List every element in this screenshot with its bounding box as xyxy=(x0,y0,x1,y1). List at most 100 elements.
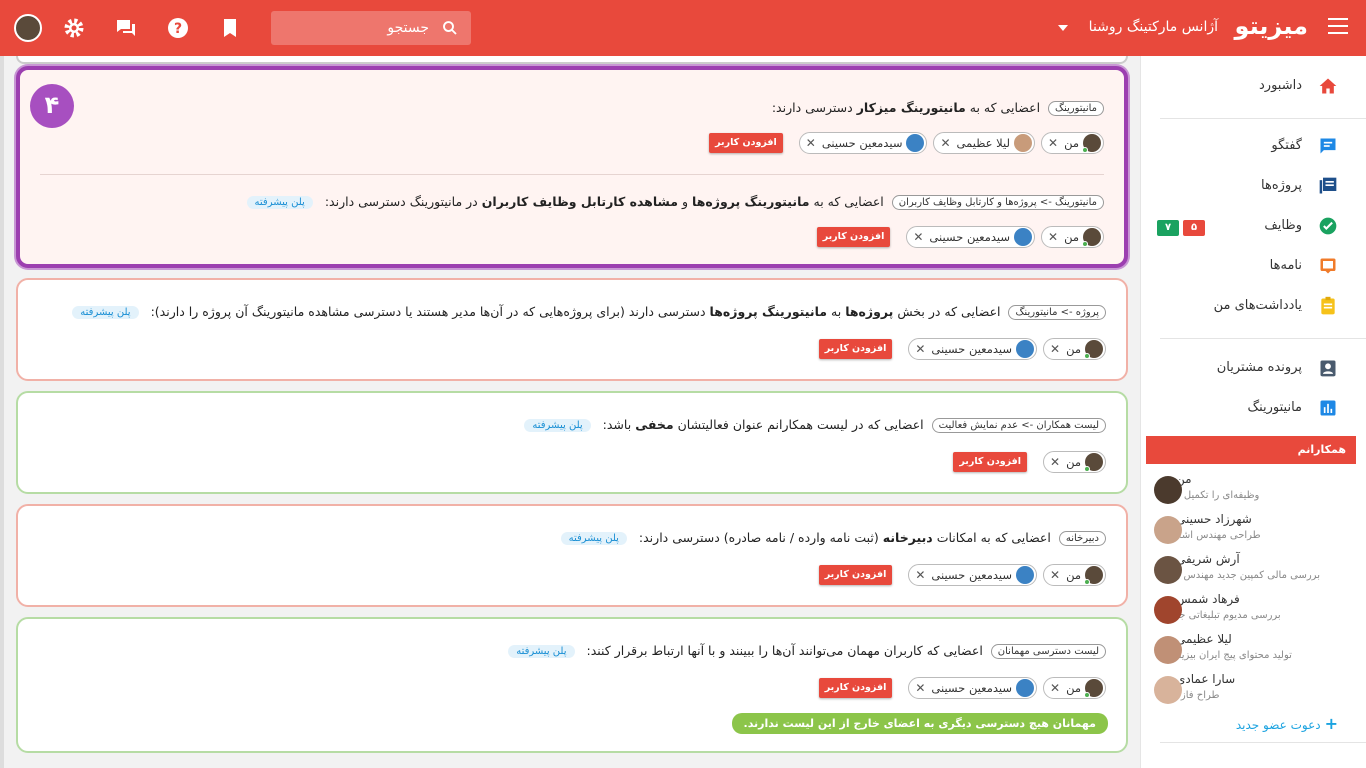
add-user-button[interactable]: افزودن کاربر xyxy=(816,227,891,247)
member-chip[interactable]: من ✕ xyxy=(1041,132,1104,154)
permission-tag: دبیرخانه xyxy=(1058,531,1106,546)
avatar xyxy=(1154,596,1182,624)
plan-badge[interactable]: پلن پیشرفته xyxy=(560,532,627,545)
avatar xyxy=(1154,556,1182,584)
guest-note: مهمانان هیچ دسترسی دیگری به اعضای خارج ا… xyxy=(731,713,1108,734)
close-icon[interactable]: ✕ xyxy=(913,230,923,244)
member-name: من xyxy=(1064,230,1079,244)
text-fragment: اعضایی که به xyxy=(969,100,1041,115)
add-user-button[interactable]: افزودن کاربر xyxy=(953,452,1028,472)
colleague-item[interactable]: سارا عمادی طراح فاز یک xyxy=(1146,672,1356,712)
permission-text: مانیتورینگ اعضایی که به مانیتورینگ میزکا… xyxy=(772,100,1104,116)
close-icon[interactable]: ✕ xyxy=(1050,342,1060,356)
colleague-name: من xyxy=(1176,472,1192,486)
sidebar-item-chat[interactable]: گفتگو xyxy=(1140,126,1366,166)
close-icon[interactable]: ✕ xyxy=(1048,230,1058,244)
search-box[interactable] xyxy=(271,11,471,45)
plan-badge[interactable]: پلن پیشرفته xyxy=(524,419,591,432)
text-fragment: دسترسی دارند (برای پروژه‌هایی که در آن‌ه… xyxy=(150,304,706,319)
add-user-button[interactable]: افزودن کاربر xyxy=(818,678,893,698)
sidebar-item-label: گفتگو xyxy=(1271,138,1302,153)
member-chips: من ✕ افزودن کاربر xyxy=(953,451,1106,473)
colleagues-header: همکارانم xyxy=(1146,436,1356,464)
plan-badge[interactable]: پلن پیشرفته xyxy=(72,306,139,319)
home-icon xyxy=(1319,78,1337,94)
member-chip[interactable]: سیدمعین حسینی ✕ xyxy=(798,132,928,154)
add-user-button[interactable]: افزودن کاربر xyxy=(709,133,783,153)
avatar xyxy=(1082,228,1101,247)
search-input[interactable] xyxy=(289,19,429,37)
text-fragment: اعضایی که در لیست همکارانم عنوان فعالیتش… xyxy=(677,417,924,432)
colleague-name: سارا عمادی xyxy=(1176,672,1236,686)
online-indicator xyxy=(1084,692,1090,698)
sidebar-item-notes[interactable]: یادداشت‌های من xyxy=(1140,286,1366,326)
close-icon[interactable]: ✕ xyxy=(1050,681,1060,695)
member-chip[interactable]: من ✕ xyxy=(1043,451,1106,473)
member-chip[interactable]: سیدمعین حسینی ✕ xyxy=(908,338,1038,360)
sidebar-item-letters[interactable]: نامه‌ها xyxy=(1140,246,1366,286)
member-name: سیدمعین حسینی xyxy=(931,568,1013,582)
text-fragment: و xyxy=(682,194,689,209)
member-chip[interactable]: لیلا عظیمی ✕ xyxy=(933,132,1036,154)
org-selector[interactable]: آژانس مارکتینگ روشنا xyxy=(1089,19,1218,35)
avatar xyxy=(1154,636,1182,664)
messages-icon[interactable] xyxy=(114,16,138,40)
gear-icon[interactable] xyxy=(62,16,86,40)
text-fragment: اعضایی که به امکانات xyxy=(936,530,1051,545)
sidebar-item-monitoring[interactable]: مانیتورینگ xyxy=(1140,388,1366,428)
invite-member-link[interactable]: +دعوت عضو جدید xyxy=(1236,714,1338,733)
close-icon[interactable]: ✕ xyxy=(915,342,925,356)
sidebar-item-projects[interactable]: پروژه‌ها xyxy=(1140,166,1366,206)
permission-text: لیست همکاران -> عدم نمایش فعالیت اعضایی … xyxy=(524,417,1106,433)
text-bold: دبیرخانه xyxy=(882,530,933,545)
avatar xyxy=(1154,676,1182,704)
member-chip[interactable]: من ✕ xyxy=(1041,226,1104,248)
colleague-item[interactable]: من وظیفه‌ای را تکمیل کرد xyxy=(1146,472,1356,512)
colleague-item[interactable]: فرهاد شمس بررسی مدیوم تبلیغاتی جدید xyxy=(1146,592,1356,632)
colleague-status: طراح فاز یک xyxy=(1166,690,1220,701)
avatar xyxy=(1154,476,1182,504)
colleague-item[interactable]: آرش شریفی بررسی مالی کمپین جدید مهندس ز.… xyxy=(1146,552,1356,592)
plan-badge[interactable]: پلن پیشرفته xyxy=(246,196,313,209)
plan-badge[interactable]: پلن پیشرفته xyxy=(508,645,575,658)
avatar xyxy=(1084,453,1103,472)
member-chip[interactable]: من ✕ xyxy=(1043,677,1106,699)
member-chip[interactable]: من ✕ xyxy=(1043,338,1106,360)
sidebar-item-label: نامه‌ها xyxy=(1269,258,1302,273)
colleague-item[interactable]: شهرزاد حسینی طراحی مهندس اشکان xyxy=(1146,512,1356,552)
avatar xyxy=(1016,340,1035,358)
avatar xyxy=(1082,134,1101,153)
chevron-down-icon[interactable] xyxy=(1058,25,1068,31)
close-icon[interactable]: ✕ xyxy=(1050,568,1060,582)
sidebar-item-customers[interactable]: پرونده مشتریان xyxy=(1140,348,1366,388)
member-chip[interactable]: سیدمعین حسینی ✕ xyxy=(908,677,1038,699)
member-chips: من ✕ سیدمعین حسینی ✕ افزودن کاربر xyxy=(818,338,1106,360)
avatar xyxy=(1016,679,1035,697)
sidebar-item-dashboard[interactable]: داشبورد xyxy=(1140,66,1366,106)
scroll-track[interactable] xyxy=(0,56,4,768)
close-icon[interactable]: ✕ xyxy=(1050,455,1060,469)
close-icon[interactable]: ✕ xyxy=(915,568,925,582)
add-user-button[interactable]: افزودن کاربر xyxy=(818,339,893,359)
brand-logo[interactable]: میزیتو xyxy=(1235,12,1308,40)
member-chip[interactable]: سیدمعین حسینی ✕ xyxy=(908,564,1038,586)
member-chip[interactable]: سیدمعین حسینی ✕ xyxy=(906,226,1036,248)
help-icon[interactable]: ? xyxy=(166,16,190,40)
menu-icon[interactable] xyxy=(1328,18,1348,34)
text-fragment: (ثبت نامه وارده / نامه صادره) دسترسی دار… xyxy=(638,530,879,545)
close-icon[interactable]: ✕ xyxy=(915,681,925,695)
sidebar-item-label: پرونده مشتریان xyxy=(1216,360,1302,375)
user-avatar[interactable] xyxy=(14,14,42,42)
colleague-status: وظیفه‌ای را تکمیل کرد xyxy=(1166,490,1260,501)
close-icon[interactable]: ✕ xyxy=(1048,136,1058,150)
avatar xyxy=(1084,340,1103,359)
member-chip[interactable]: من ✕ xyxy=(1043,564,1106,586)
bookmark-icon[interactable] xyxy=(218,16,242,40)
add-user-button[interactable]: افزودن کاربر xyxy=(818,565,893,585)
search-icon[interactable] xyxy=(441,19,459,37)
member-chips: من ✕ سیدمعین حسینی ✕ افزودن کاربر xyxy=(816,226,1104,248)
close-icon[interactable]: ✕ xyxy=(940,136,950,150)
text-bold: مشاهده کارتابل وظایف کاربران xyxy=(481,194,679,209)
colleague-item[interactable]: لیلا عظیمی تولید محتوای پیج ایران بیزینس xyxy=(1146,632,1356,672)
close-icon[interactable]: ✕ xyxy=(806,136,816,150)
